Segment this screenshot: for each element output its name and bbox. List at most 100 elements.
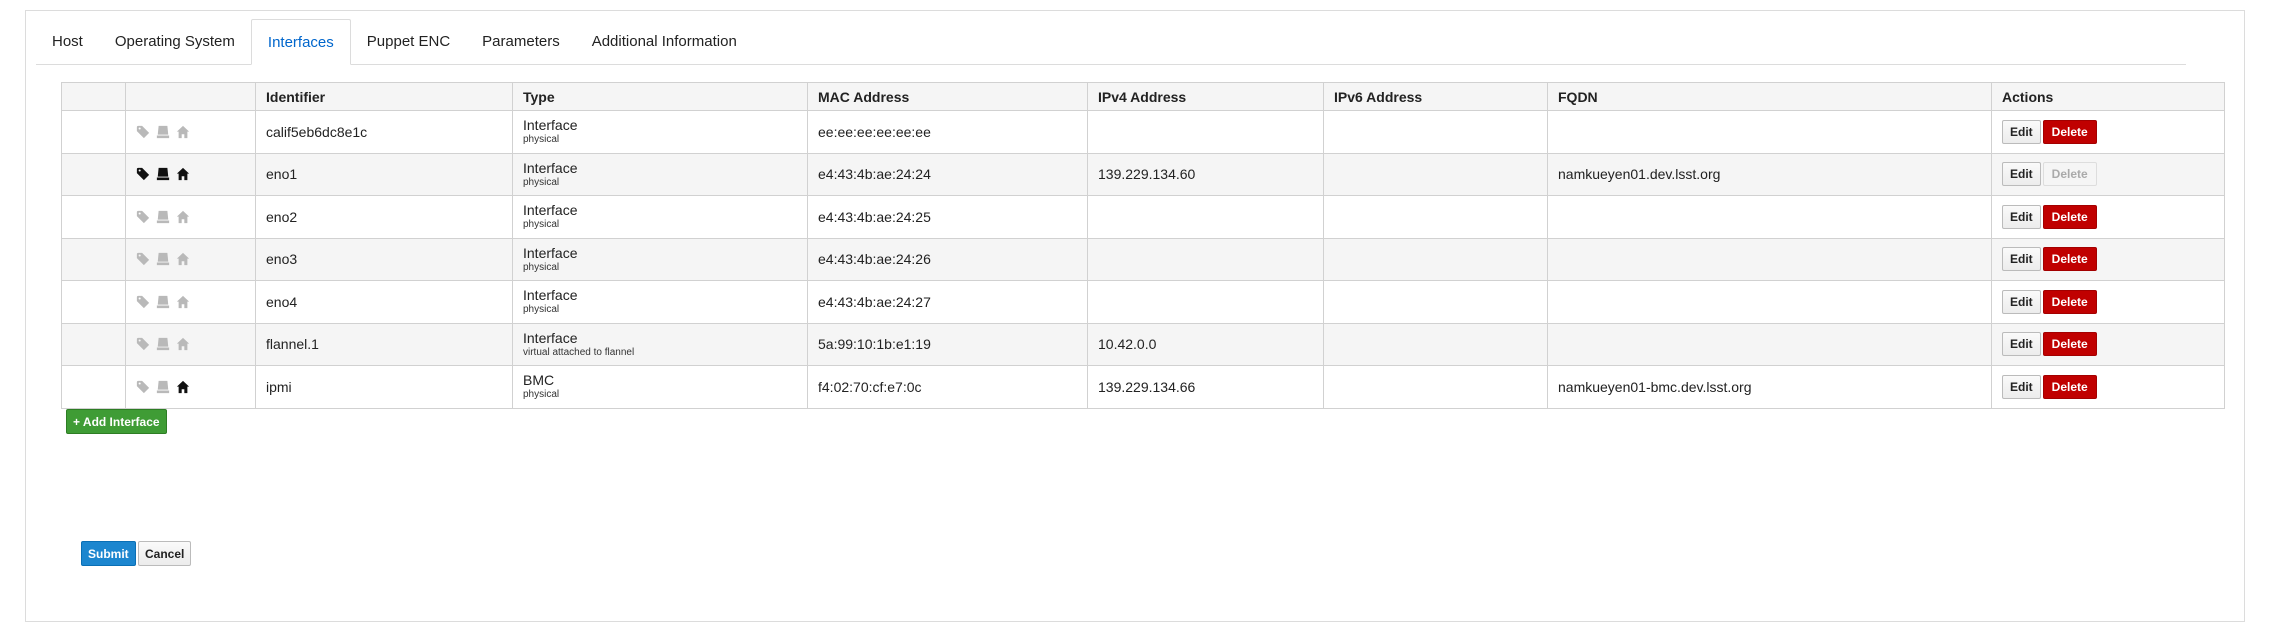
row-spacer-cell xyxy=(61,237,126,281)
row-spacer-cell xyxy=(61,365,126,409)
type-detail: physical xyxy=(523,134,560,146)
flags-cell xyxy=(125,365,256,409)
home-icon xyxy=(176,337,190,351)
edit-button[interactable]: Edit xyxy=(2002,119,2041,144)
delete-button[interactable]: Delete xyxy=(2042,289,2097,314)
fqdn-cell: namkueyen01.dev.lsst.org xyxy=(1547,152,1992,196)
identifier-cell: eno2 xyxy=(255,195,513,239)
edit-button[interactable]: Edit xyxy=(2002,332,2041,357)
tab-additional-information[interactable]: Additional Information xyxy=(576,19,753,64)
edit-button[interactable]: Edit xyxy=(2002,289,2041,314)
ipv4-address-cell: 10.42.0.0 xyxy=(1087,322,1324,366)
ipv6-address-cell xyxy=(1323,195,1548,239)
type-detail: physical xyxy=(523,261,560,273)
table-header-row: Identifier Type MAC Address IPv4 Address… xyxy=(61,82,2225,111)
type-detail: physical xyxy=(523,304,560,316)
type-cell: Interface virtual attached to flannel xyxy=(512,322,808,366)
ipv4-address-cell xyxy=(1087,280,1324,324)
actions-cell: Edit Delete xyxy=(1991,237,2225,281)
home-icon xyxy=(176,167,190,181)
server-icon xyxy=(156,252,170,266)
edit-button[interactable]: Edit xyxy=(2002,247,2041,272)
interface-flags xyxy=(136,125,245,139)
delete-button[interactable]: Delete xyxy=(2042,119,2097,144)
cancel-button[interactable]: Cancel xyxy=(138,541,192,566)
interface-flags xyxy=(136,295,245,309)
type-detail: virtual attached to flannel xyxy=(523,346,635,358)
server-icon xyxy=(156,125,170,139)
mac-address-cell: ee:ee:ee:ee:ee:ee xyxy=(807,110,1088,154)
actions-cell: Edit Delete xyxy=(1991,195,2225,239)
table-row: eno3 Interface physical e4:43:4b:ae:24:2… xyxy=(61,237,2225,281)
ipv4-address-cell: 139.229.134.66 xyxy=(1087,365,1324,409)
type-cell: BMC physical xyxy=(512,365,808,409)
interfaces-table-body: calif5eb6dc8e1c Interface physical ee:ee… xyxy=(61,110,2225,409)
header-mac-address: MAC Address xyxy=(807,82,1088,111)
interface-flags xyxy=(136,337,245,351)
table-row: calif5eb6dc8e1c Interface physical ee:ee… xyxy=(61,110,2225,154)
identifier-cell: eno3 xyxy=(255,237,513,281)
ipv4-address-cell xyxy=(1087,110,1324,154)
home-icon xyxy=(176,252,190,266)
tab-host[interactable]: Host xyxy=(36,19,99,64)
type-label: Interface xyxy=(523,329,578,346)
header-flags xyxy=(125,82,256,111)
ipv4-address-cell: 139.229.134.60 xyxy=(1087,152,1324,196)
header-fqdn: FQDN xyxy=(1547,82,1992,111)
ipv6-address-cell xyxy=(1323,322,1548,366)
mac-address-cell: e4:43:4b:ae:24:26 xyxy=(807,237,1088,281)
interface-flags xyxy=(136,252,245,266)
tag-icon xyxy=(136,167,150,181)
type-label: Interface xyxy=(523,117,578,134)
edit-button[interactable]: Edit xyxy=(2002,204,2041,229)
add-interface-button[interactable]: + Add Interface xyxy=(66,409,167,434)
fqdn-cell xyxy=(1547,280,1992,324)
delete-button[interactable]: Delete xyxy=(2042,247,2097,272)
home-icon xyxy=(176,210,190,224)
tag-icon xyxy=(136,210,150,224)
row-actions: Edit Delete xyxy=(2002,119,2214,144)
mac-address-cell: 5a:99:10:1b:e1:19 xyxy=(807,322,1088,366)
header-ipv6-address: IPv6 Address xyxy=(1323,82,1548,111)
tab-puppet-enc[interactable]: Puppet ENC xyxy=(351,19,466,64)
delete-button[interactable]: Delete xyxy=(2042,204,2097,229)
header-actions: Actions xyxy=(1991,82,2225,111)
row-spacer-cell xyxy=(61,152,126,196)
tag-icon xyxy=(136,252,150,266)
type-label: Interface xyxy=(523,159,578,176)
submit-button[interactable]: Submit xyxy=(81,541,136,566)
fqdn-cell xyxy=(1547,195,1992,239)
tab-operating-system[interactable]: Operating System xyxy=(99,19,251,64)
server-icon xyxy=(156,295,170,309)
tag-icon xyxy=(136,380,150,394)
interface-flags xyxy=(136,167,245,181)
delete-button[interactable]: Delete xyxy=(2042,332,2097,357)
fqdn-cell xyxy=(1547,237,1992,281)
home-icon xyxy=(176,380,190,394)
row-actions: Edit Delete xyxy=(2002,332,2214,357)
tag-icon xyxy=(136,125,150,139)
flags-cell xyxy=(125,280,256,324)
tab-parameters[interactable]: Parameters xyxy=(466,19,576,64)
header-blank xyxy=(61,82,126,111)
ipv6-address-cell xyxy=(1323,110,1548,154)
mac-address-cell: f4:02:70:cf:e7:0c xyxy=(807,365,1088,409)
table-row: eno1 Interface physical e4:43:4b:ae:24:2… xyxy=(61,152,2225,196)
table-row: ipmi BMC physical f4:02:70:cf:e7:0c 139.… xyxy=(61,365,2225,409)
type-detail: physical xyxy=(523,219,560,231)
flags-cell xyxy=(125,195,256,239)
fqdn-cell xyxy=(1547,322,1992,366)
edit-button[interactable]: Edit xyxy=(2002,374,2041,399)
interface-flags xyxy=(136,210,245,224)
actions-cell: Edit Delete xyxy=(1991,110,2225,154)
table-row: eno4 Interface physical e4:43:4b:ae:24:2… xyxy=(61,280,2225,324)
tag-icon xyxy=(136,295,150,309)
header-ipv4-address: IPv4 Address xyxy=(1087,82,1324,111)
edit-button[interactable]: Edit xyxy=(2002,162,2041,187)
delete-button[interactable]: Delete xyxy=(2042,374,2097,399)
type-label: Interface xyxy=(523,202,578,219)
table-row: eno2 Interface physical e4:43:4b:ae:24:2… xyxy=(61,195,2225,239)
interfaces-table: Identifier Type MAC Address IPv4 Address… xyxy=(61,82,2225,409)
type-cell: Interface physical xyxy=(512,110,808,154)
tab-interfaces[interactable]: Interfaces xyxy=(250,19,351,65)
